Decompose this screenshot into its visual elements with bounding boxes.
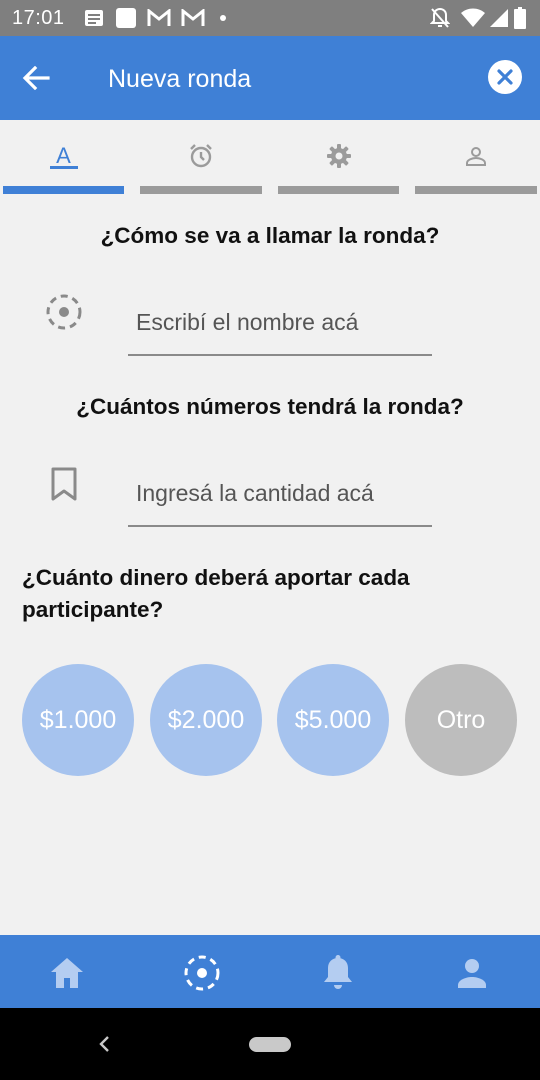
name-question: ¿Cómo se va a llamar la ronda? <box>100 223 440 248</box>
person-icon[interactable] <box>453 954 491 992</box>
name-field[interactable] <box>128 296 432 356</box>
text-format-underline <box>49 166 78 169</box>
count-input[interactable] <box>136 480 426 507</box>
battery-icon <box>512 6 528 30</box>
tab-indicator <box>3 186 124 194</box>
count-field[interactable] <box>128 467 432 527</box>
tab-settings[interactable] <box>278 130 399 194</box>
tab-participants[interactable] <box>415 130 537 194</box>
status-time: 17:01 <box>12 7 65 29</box>
signal-icon <box>488 6 510 30</box>
close-circle-icon[interactable] <box>488 60 522 94</box>
arrow-left-icon[interactable] <box>18 60 54 96</box>
tab-indicator <box>415 186 537 194</box>
tab-schedule[interactable] <box>140 130 262 194</box>
tab-indicator <box>278 186 399 194</box>
gmail-icon <box>146 6 172 30</box>
wifi-icon <box>460 6 486 30</box>
name-input[interactable] <box>136 309 426 336</box>
bell-off-icon <box>428 6 452 30</box>
bottom-nav <box>0 935 540 1008</box>
roulette-icon <box>44 292 84 332</box>
page-title: Nueva ronda <box>108 65 252 93</box>
count-question: ¿Cuántos números tendrá la ronda? <box>76 394 464 419</box>
gmail-icon <box>180 6 206 30</box>
app-bar: Nueva ronda <box>0 36 540 120</box>
system-nav-bar <box>0 1008 540 1080</box>
square-icon <box>114 6 138 30</box>
amount-option-other[interactable]: Otro <box>405 664 517 776</box>
bookmark-icon <box>44 464 84 504</box>
tab-name[interactable]: A <box>3 130 124 194</box>
system-home-pill[interactable] <box>249 1037 291 1052</box>
amount-option-5000[interactable]: $5.000 <box>277 664 389 776</box>
person-icon <box>462 142 490 170</box>
amount-question: ¿Cuánto dinero deberá aportar cada parti… <box>22 565 410 622</box>
tab-indicator <box>140 186 262 194</box>
system-back-icon[interactable] <box>94 1032 114 1056</box>
status-bar: 17:01 <box>0 0 540 36</box>
amount-option-1000[interactable]: $1.000 <box>22 664 134 776</box>
amount-option-2000[interactable]: $2.000 <box>150 664 262 776</box>
dot-icon <box>220 15 226 21</box>
roulette-icon[interactable] <box>183 954 221 992</box>
home-icon[interactable] <box>48 954 86 992</box>
message-icon <box>82 6 106 30</box>
gear-icon <box>325 142 353 170</box>
bell-icon[interactable] <box>319 954 357 992</box>
alarm-icon <box>187 142 215 170</box>
